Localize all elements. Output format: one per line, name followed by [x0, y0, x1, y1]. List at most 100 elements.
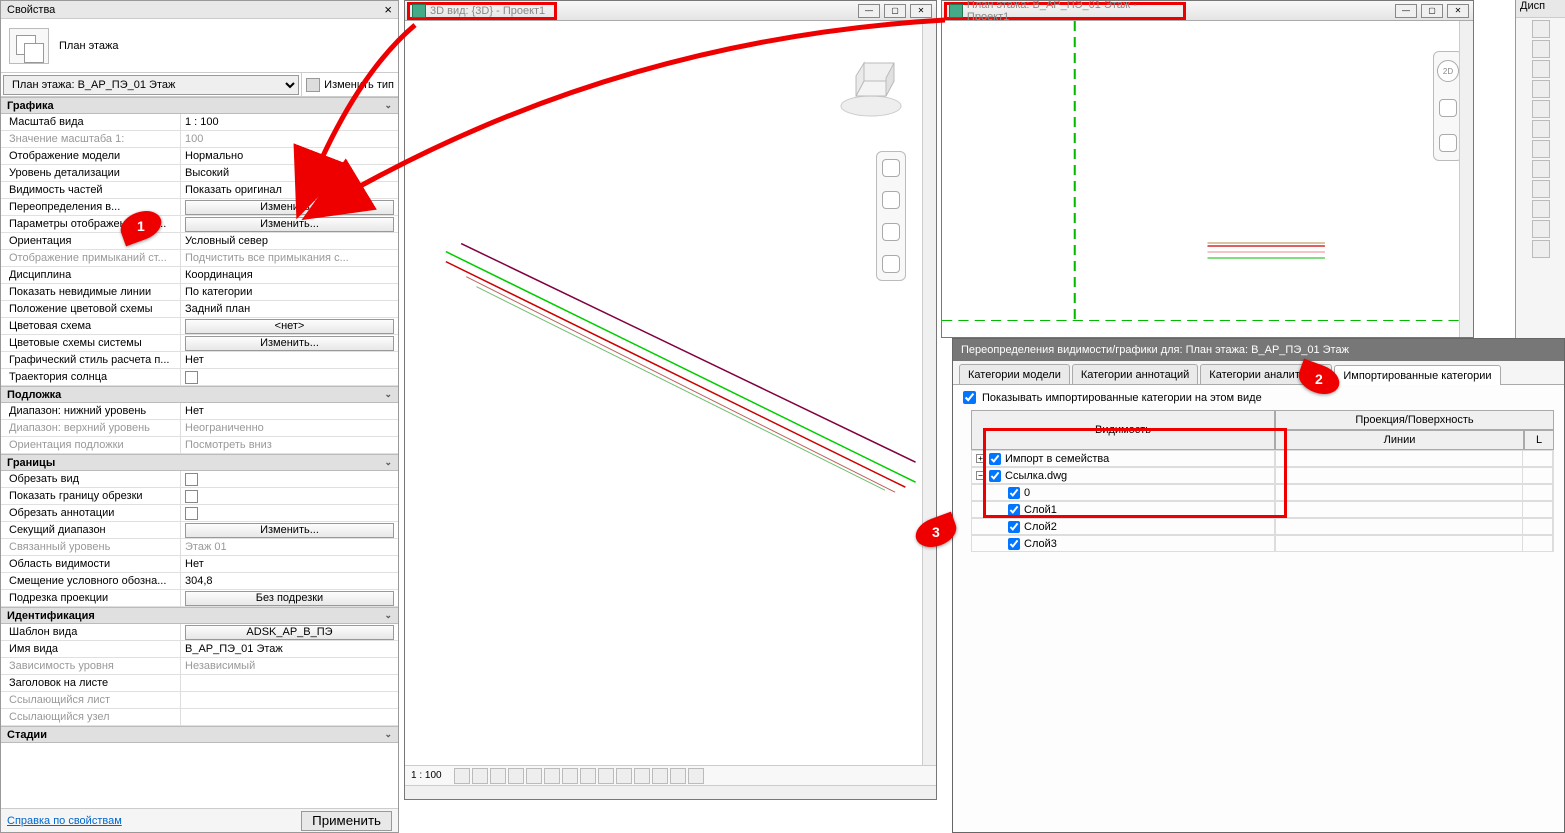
show-imported-checkbox[interactable] [963, 391, 976, 404]
view-cube[interactable] [836, 51, 906, 121]
vg-tree-row[interactable]: Слой1 [971, 501, 1554, 518]
property-value[interactable]: 100 [185, 133, 203, 145]
help-link[interactable]: Справка по свойствам [7, 815, 122, 827]
property-checkbox[interactable] [185, 507, 198, 520]
tool-icon[interactable] [1532, 100, 1550, 118]
close-window-button[interactable]: ✕ [910, 4, 932, 18]
property-value[interactable]: Высокий [185, 167, 229, 179]
property-value[interactable]: Координация [185, 269, 253, 281]
property-value[interactable]: Независимый [185, 660, 255, 672]
vg-tab[interactable]: Импортированные категории [1334, 365, 1500, 385]
nav-orbit-icon[interactable] [882, 191, 900, 209]
minimize-button[interactable]: — [1395, 4, 1417, 18]
tool-icon[interactable] [1532, 160, 1550, 178]
tool-icon[interactable] [1532, 80, 1550, 98]
steering-wheel[interactable] [876, 151, 906, 281]
tool-icon[interactable] [1532, 120, 1550, 138]
sb-icon[interactable] [526, 768, 542, 784]
property-value[interactable]: Условный север [185, 235, 268, 247]
vertical-scrollbar[interactable] [1459, 21, 1473, 337]
property-button[interactable]: Изменить... [185, 523, 394, 538]
close-window-button[interactable]: ✕ [1447, 4, 1469, 18]
edit-type-button[interactable]: Изменить тип [301, 73, 398, 96]
properties-body[interactable]: Графика⌄Масштаб вида1 : 100Значение масш… [1, 97, 398, 808]
sb-icon[interactable] [688, 768, 704, 784]
property-value[interactable]: Показать оригинал [185, 184, 282, 196]
vg-tree-row[interactable]: Слой3 [971, 535, 1554, 552]
property-button[interactable]: Изменить... [185, 336, 394, 351]
sb-icon[interactable] [454, 768, 470, 784]
sb-icon[interactable] [616, 768, 632, 784]
property-value[interactable]: Задний план [185, 303, 250, 315]
property-button[interactable]: Изменить... [185, 217, 394, 232]
property-category[interactable]: Границы⌄ [1, 454, 398, 471]
sb-icon[interactable] [490, 768, 506, 784]
vg-row-checkbox[interactable] [1008, 538, 1020, 550]
property-value[interactable]: Неограниченно [185, 422, 264, 434]
view-plan-titlebar[interactable]: План этажа: В_АР_ПЭ_01 Этаж - Проект1 — … [942, 1, 1473, 21]
tool-icon[interactable] [1532, 200, 1550, 218]
properties-titlebar[interactable]: Свойства × [1, 1, 398, 19]
property-button[interactable]: Без подрезки [185, 591, 394, 606]
property-button[interactable]: <нет> [185, 319, 394, 334]
close-icon[interactable]: × [384, 2, 392, 17]
tool-icon[interactable] [1532, 220, 1550, 238]
property-value[interactable]: Нет [185, 405, 204, 417]
property-category[interactable]: Идентификация⌄ [1, 607, 398, 624]
vertical-scrollbar[interactable] [922, 21, 936, 783]
vg-titlebar[interactable]: Переопределения видимости/графики для: П… [953, 339, 1564, 361]
property-checkbox[interactable] [185, 473, 198, 486]
vg-row-checkbox[interactable] [1008, 521, 1020, 533]
sb-icon[interactable] [580, 768, 596, 784]
vg-tab[interactable]: Категории аннотаций [1072, 364, 1198, 384]
nav-2d-icon[interactable]: 2D [1437, 60, 1459, 82]
property-category[interactable]: Стадии⌄ [1, 726, 398, 743]
property-value[interactable]: Посмотреть вниз [185, 439, 272, 451]
sb-icon[interactable] [562, 768, 578, 784]
minimize-button[interactable]: — [858, 4, 880, 18]
tree-expand-icon[interactable]: + [976, 454, 985, 463]
view-plan-canvas[interactable]: 2D [942, 21, 1473, 321]
scale-label[interactable]: 1 : 100 [411, 770, 442, 781]
property-value[interactable]: Нормально [185, 150, 243, 162]
vg-tree-row[interactable]: +Импорт в семейства [971, 450, 1554, 467]
property-value[interactable]: В_АР_ПЭ_01 Этаж [185, 643, 283, 655]
vg-tab[interactable]: Категории аналитичес [1200, 364, 1332, 384]
property-value[interactable]: Нет [185, 558, 204, 570]
sb-icon[interactable] [598, 768, 614, 784]
tool-icon[interactable] [1532, 240, 1550, 258]
sb-icon[interactable] [670, 768, 686, 784]
type-selector[interactable]: План этажа: В_АР_ПЭ_01 Этаж [3, 75, 299, 95]
property-value[interactable]: Подчистить все примыкания с... [185, 252, 349, 264]
nav-home-icon[interactable] [882, 159, 900, 177]
property-button[interactable]: Изменить... [185, 200, 394, 215]
view-3d-canvas[interactable] [405, 21, 936, 783]
property-button[interactable]: ADSK_АР_В_ПЭ [185, 625, 394, 640]
property-checkbox[interactable] [185, 490, 198, 503]
tool-icon[interactable] [1532, 40, 1550, 58]
property-value[interactable]: 304,8 [185, 575, 213, 587]
nav-zoom-icon[interactable] [1439, 134, 1457, 152]
tool-icon[interactable] [1532, 180, 1550, 198]
nav-pan-icon[interactable] [1439, 99, 1457, 117]
sb-icon[interactable] [634, 768, 650, 784]
tool-icon[interactable] [1532, 20, 1550, 38]
sb-icon[interactable] [472, 768, 488, 784]
nav-zoom-icon[interactable] [882, 255, 900, 273]
tool-icon[interactable] [1532, 140, 1550, 158]
vg-row-checkbox[interactable] [1008, 487, 1020, 499]
sb-icon[interactable] [508, 768, 524, 784]
property-value[interactable]: Этаж 01 [185, 541, 227, 553]
vg-tree-row[interactable]: Слой2 [971, 518, 1554, 535]
view-3d-titlebar[interactable]: 3D вид: {3D} - Проект1 — ▢ ✕ [405, 1, 936, 21]
maximize-button[interactable]: ▢ [1421, 4, 1443, 18]
vg-tree-row[interactable]: −Ссылка.dwg [971, 467, 1554, 484]
property-category[interactable]: Графика⌄ [1, 97, 398, 114]
vg-row-checkbox[interactable] [989, 470, 1001, 482]
vg-tree-row[interactable]: 0 [971, 484, 1554, 501]
property-category[interactable]: Подложка⌄ [1, 386, 398, 403]
tool-icon[interactable] [1532, 60, 1550, 78]
property-value[interactable]: Нет [185, 354, 204, 366]
property-checkbox[interactable] [185, 371, 198, 384]
nav-pan-icon[interactable] [882, 223, 900, 241]
